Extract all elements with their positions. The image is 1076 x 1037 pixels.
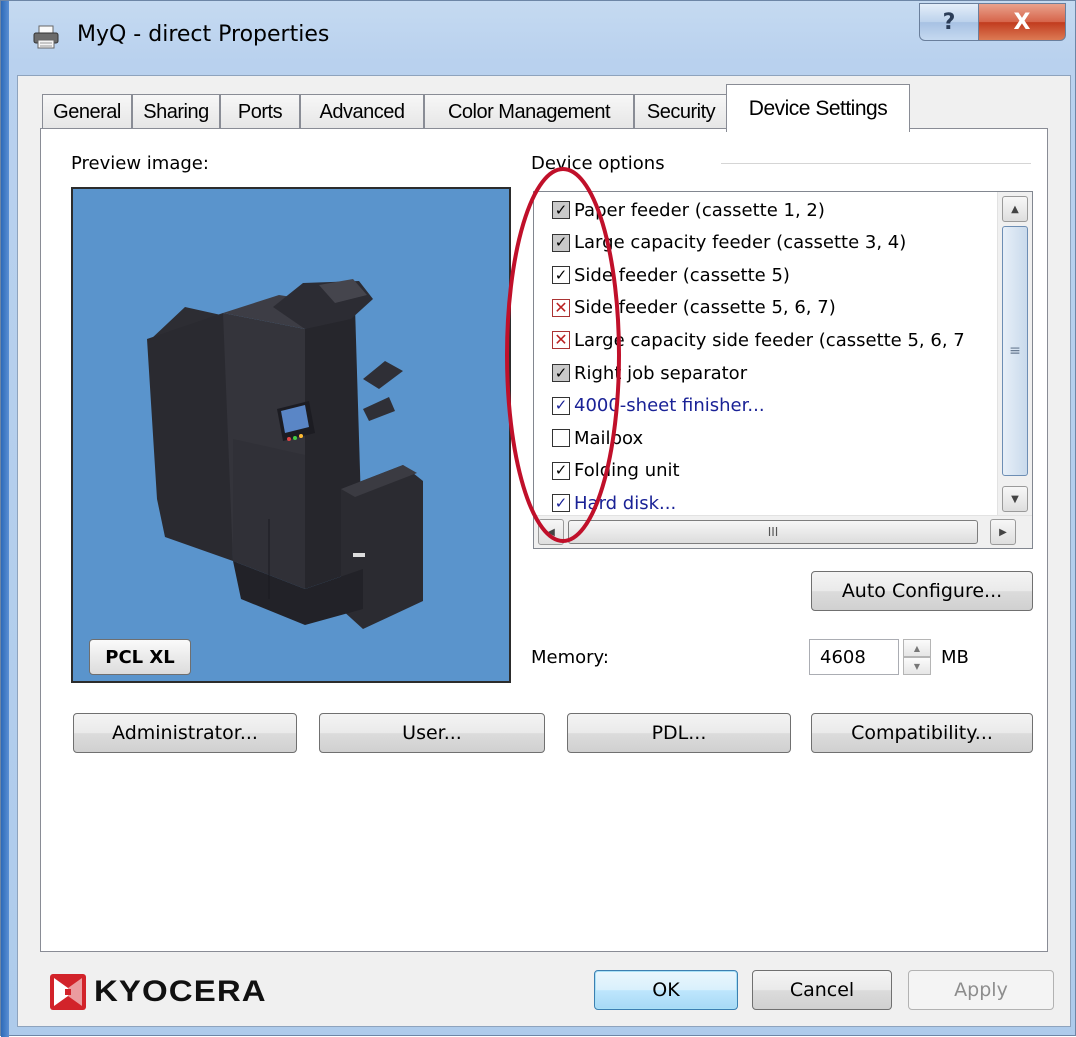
checkbox-checked-icon[interactable]: ✓ (552, 396, 570, 415)
preview-image-label: Preview image: (71, 153, 209, 174)
apply-button[interactable]: Apply (908, 970, 1054, 1010)
scroll-up-button[interactable]: ▲ (1002, 196, 1028, 222)
device-settings-page: Preview image: PCL XL Device options ✓ P… (40, 128, 1048, 952)
device-option-label[interactable]: Hard disk... (574, 493, 676, 514)
checkbox-checked-icon[interactable]: ✓ (552, 266, 570, 285)
brand-name: KYOCERA (94, 975, 267, 1008)
checkbox-checked-gray-icon[interactable]: ✓ (552, 364, 570, 382)
device-option-item[interactable]: Mailbox (552, 422, 643, 454)
checkbox-unavailable-icon[interactable]: ✕ (552, 298, 570, 317)
device-option-item[interactable]: ✓ 4000-sheet finisher... (552, 390, 765, 422)
close-button[interactable]: X (978, 3, 1066, 41)
properties-window: MyQ - direct Properties ? X General Shar… (0, 0, 1076, 1037)
device-option-item[interactable]: ✓ Large capacity feeder (cassette 3, 4) (552, 227, 906, 259)
preview-image: PCL XL (71, 187, 511, 683)
device-option-label: Large capacity side feeder (cassette 5, … (574, 329, 965, 351)
vertical-scroll-thumb[interactable]: ≡ (1002, 226, 1028, 476)
checkbox-checked-gray-icon[interactable]: ✓ (552, 233, 570, 252)
device-option-label: Side feeder (cassette 5, 6, 7) (574, 297, 836, 319)
help-button[interactable]: ? (919, 3, 979, 41)
device-option-label: Large capacity feeder (cassette 3, 4) (574, 232, 907, 254)
tab-color-management[interactable]: Color Management (424, 94, 634, 130)
user-button[interactable]: User... (319, 713, 545, 753)
dialog-client-area: General Sharing Ports Advanced Color Man… (17, 75, 1071, 1027)
device-options-list[interactable]: ✓ Paper feeder (cassette 1, 2) ✓ Large capa… (533, 191, 1033, 549)
printer-illustration (147, 279, 423, 629)
memory-input[interactable]: 4608 (809, 639, 899, 675)
vertical-scrollbar[interactable]: ▲ ≡ ▼ (997, 192, 1032, 516)
scroll-right-button[interactable]: ▶ (990, 519, 1016, 545)
device-option-item[interactable]: ✕ Large capacity side feeder (cassette 5,… (552, 324, 965, 356)
device-option-label: Right job separator (574, 362, 748, 384)
device-options-label: Device options (531, 153, 665, 174)
compatibility-button[interactable]: Compatibility... (811, 713, 1033, 753)
memory-label: Memory: (531, 647, 609, 668)
device-option-item[interactable]: ✓ Paper feeder (cassette 1, 2) (552, 194, 825, 226)
checkbox-unavailable-icon[interactable]: ✕ (552, 331, 570, 350)
kyocera-logo: KYOCERA (50, 974, 266, 1010)
scroll-down-button[interactable]: ▼ (1002, 486, 1028, 512)
device-option-label: Mailbox (574, 427, 644, 449)
pdl-badge: PCL XL (89, 639, 191, 675)
administrator-button[interactable]: Administrator... (73, 713, 297, 753)
checkbox-checked-icon[interactable]: ✓ (552, 494, 570, 513)
close-icon: X (1013, 9, 1031, 35)
auto-configure-button[interactable]: Auto Configure... (811, 571, 1033, 611)
help-icon: ? (942, 9, 956, 35)
device-option-item[interactable]: ✓ Side feeder (cassette 5) (552, 259, 790, 291)
device-option-label: Side feeder (cassette 5) (574, 264, 790, 286)
device-option-item[interactable]: ✓ Right job separator (552, 357, 747, 389)
kyocera-logo-icon (50, 974, 86, 1010)
device-option-label[interactable]: 4000-sheet finisher... (574, 395, 765, 416)
printer-icon (33, 25, 59, 49)
checkbox-unchecked-icon[interactable] (552, 429, 570, 448)
device-option-label: Paper feeder (cassette 1, 2) (574, 199, 825, 221)
title-bar: MyQ - direct Properties (11, 1, 1071, 73)
cancel-button[interactable]: Cancel (752, 970, 892, 1010)
tab-device-settings[interactable]: Device Settings (726, 84, 910, 132)
pdl-button[interactable]: PDL... (567, 713, 791, 753)
device-option-label: Folding unit (574, 460, 680, 482)
device-option-item[interactable]: ✕ Side feeder (cassette 5, 6, 7) (552, 292, 836, 324)
checkbox-checked-icon[interactable]: ✓ (552, 461, 570, 480)
scroll-left-button[interactable]: ◀ (538, 519, 564, 545)
spin-up-icon[interactable]: ▲ (903, 639, 931, 657)
tab-general[interactable]: General (42, 94, 132, 130)
memory-unit: MB (941, 647, 969, 668)
spin-down-icon[interactable]: ▼ (903, 657, 931, 675)
horizontal-scroll-thumb[interactable]: III (568, 520, 978, 544)
tab-ports[interactable]: Ports (220, 94, 300, 130)
tab-sharing[interactable]: Sharing (132, 94, 220, 130)
ok-button[interactable]: OK (594, 970, 738, 1010)
horizontal-scrollbar[interactable]: ◀ III ▶ (534, 515, 1032, 548)
tab-security[interactable]: Security (634, 94, 728, 130)
tab-advanced[interactable]: Advanced (300, 94, 424, 130)
checkbox-checked-gray-icon[interactable]: ✓ (552, 201, 570, 219)
memory-spinner[interactable]: ▲ ▼ (903, 639, 931, 675)
group-divider (721, 163, 1031, 164)
window-title: MyQ - direct Properties (77, 22, 330, 47)
device-option-item[interactable]: ✓ Folding unit (552, 455, 680, 487)
